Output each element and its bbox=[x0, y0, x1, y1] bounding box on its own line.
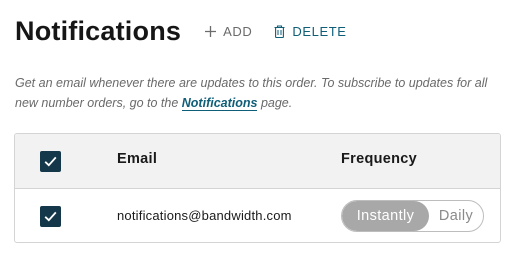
notifications-link[interactable]: Notifications bbox=[181, 96, 258, 111]
table-header: Email Frequency bbox=[15, 134, 500, 189]
trash-icon bbox=[274, 25, 285, 38]
page-header: Notifications ADD DELETE bbox=[15, 16, 347, 47]
column-header-email: Email bbox=[117, 151, 158, 167]
select-all-checkbox[interactable] bbox=[40, 151, 61, 172]
page-title: Notifications bbox=[15, 16, 182, 46]
delete-button[interactable]: DELETE bbox=[274, 24, 346, 39]
delete-button-label: DELETE bbox=[292, 24, 347, 39]
plus-icon bbox=[205, 26, 217, 37]
description-after: page. bbox=[257, 96, 293, 110]
frequency-option-daily[interactable]: Daily bbox=[429, 201, 483, 231]
row-checkbox[interactable] bbox=[40, 206, 61, 227]
add-button[interactable]: ADD bbox=[205, 24, 252, 39]
row-email: notifications@bandwidth.com bbox=[117, 208, 292, 223]
frequency-toggle[interactable]: Instantly Daily bbox=[341, 200, 484, 232]
table-row: notifications@bandwidth.com Instantly Da… bbox=[15, 189, 500, 242]
description-text: Get an email whenever there are updates … bbox=[15, 73, 505, 113]
add-button-label: ADD bbox=[223, 24, 253, 39]
check-icon bbox=[44, 156, 57, 167]
frequency-option-instantly[interactable]: Instantly bbox=[342, 201, 429, 231]
check-icon bbox=[44, 211, 57, 222]
column-header-frequency: Frequency bbox=[341, 151, 418, 167]
notifications-table: Email Frequency notifications@bandwidth.… bbox=[14, 133, 501, 243]
